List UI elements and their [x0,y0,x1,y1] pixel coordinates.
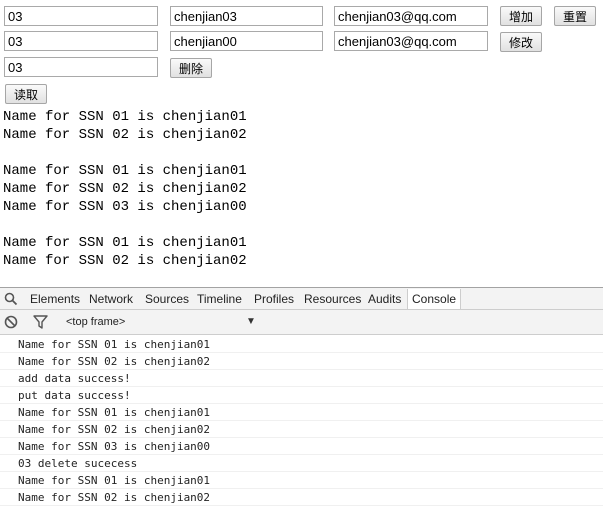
tab-audits[interactable]: Audits [368,292,401,306]
tab-timeline[interactable]: Timeline [197,292,242,306]
ssn-input-modify[interactable] [4,31,158,51]
console-line: Name for SSN 01 is chenjian01 [0,336,603,353]
name-input-modify[interactable] [170,31,323,51]
console-line: Name for SSN 03 is chenjian00 [0,438,603,455]
add-button[interactable]: 增加 [500,6,542,26]
output-line: Name for SSN 01 is chenjian01 [3,235,247,251]
ssn-input-delete[interactable] [4,57,158,77]
name-input-add[interactable] [170,6,323,26]
console-line: add data success! [0,370,603,387]
tab-resources[interactable]: Resources [304,292,361,306]
tab-console[interactable]: Console [407,289,462,309]
output-line: Name for SSN 01 is chenjian01 [3,163,247,179]
console-line: 03 delete sucecess [0,455,603,472]
console-line: Name for SSN 02 is chenjian02 [0,489,603,506]
output-line: Name for SSN 02 is chenjian02 [3,181,247,197]
output-line: Name for SSN 02 is chenjian02 [3,127,247,143]
frame-selector[interactable]: <top frame> [66,316,125,328]
email-input-modify[interactable] [334,31,488,51]
clear-console-icon[interactable] [4,315,18,334]
devtools-tab-bar: Elements Network Sources Timeline Profil… [0,287,603,310]
console-line: Name for SSN 01 is chenjian01 [0,404,603,421]
ssn-input-add[interactable] [4,6,158,26]
filter-icon[interactable] [33,315,48,334]
tab-network[interactable]: Network [89,292,133,306]
tab-elements[interactable]: Elements [30,292,80,306]
email-input-add[interactable] [334,6,488,26]
read-button[interactable]: 读取 [5,84,47,104]
console-line: Name for SSN 02 is chenjian02 [0,421,603,438]
modify-button[interactable]: 修改 [500,32,542,52]
console-line: put data success! [0,387,603,404]
tab-sources[interactable]: Sources [145,292,189,306]
reset-button[interactable]: 重置 [554,6,596,26]
output-line: Name for SSN 02 is chenjian02 [3,253,247,269]
delete-button[interactable]: 删除 [170,58,212,78]
search-icon[interactable] [4,292,18,311]
output-line: Name for SSN 03 is chenjian00 [3,199,247,215]
output-line: Name for SSN 01 is chenjian01 [3,109,247,125]
console-toolbar: <top frame> ▼ [0,310,603,335]
chevron-down-icon[interactable]: ▼ [246,316,256,327]
console-line: Name for SSN 01 is chenjian01 [0,472,603,489]
tab-profiles[interactable]: Profiles [254,292,294,306]
console-line: Name for SSN 02 is chenjian02 [0,353,603,370]
